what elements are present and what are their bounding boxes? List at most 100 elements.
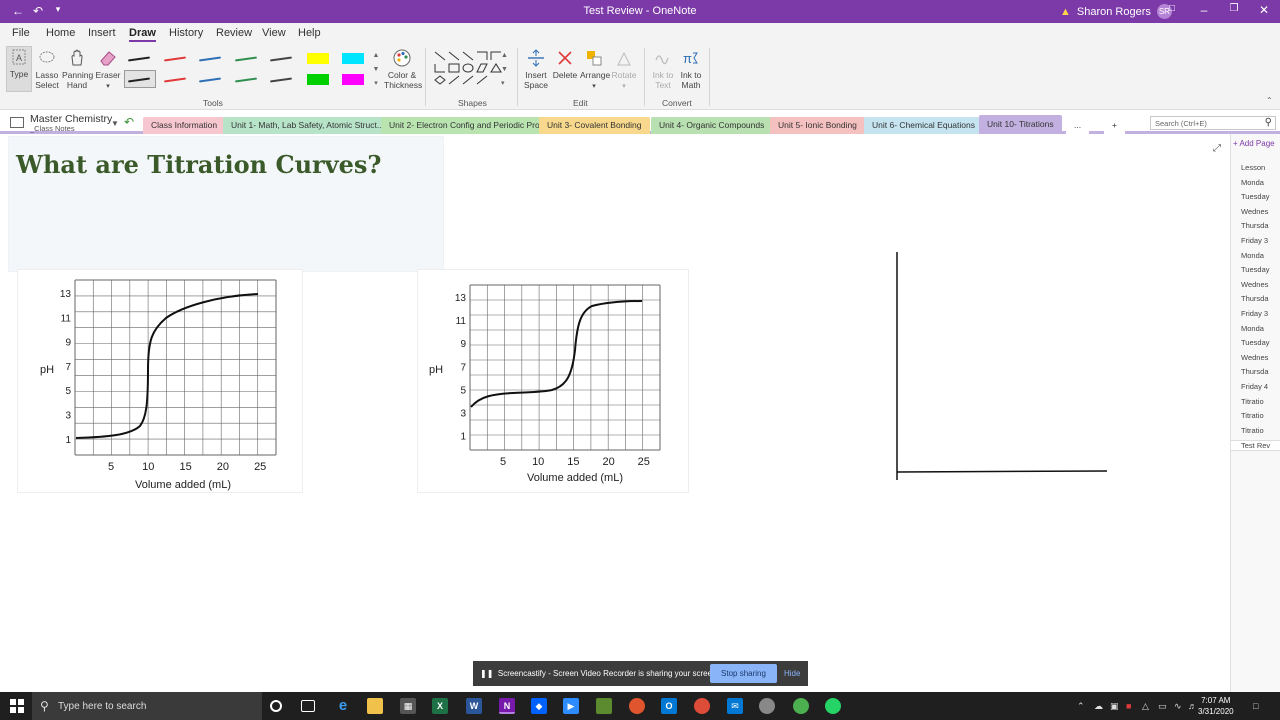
shapes-scroll[interactable]: ▲ ▼ ▾ — [501, 49, 508, 91]
section-tab[interactable]: Unit 2- Electron Config and Periodic Pro… — [381, 117, 555, 134]
network-adapter-icon[interactable]: △ — [1142, 701, 1149, 712]
zoom-icon[interactable]: ▶ — [563, 698, 579, 714]
titration-curve-image-1[interactable]: 13 11 9 7 5 3 1 5 10 15 20 25 pH Volume added (mL) — [17, 269, 303, 493]
tab-draw[interactable]: Draw — [129, 27, 156, 42]
app-icon-2[interactable] — [759, 698, 775, 714]
search-icon[interactable]: ⚲ — [1265, 117, 1272, 128]
section-tab[interactable]: Unit 3- Covalent Bonding — [539, 117, 650, 134]
pen-swatch[interactable] — [160, 70, 192, 88]
app-icon[interactable] — [596, 698, 612, 714]
task-view-icon[interactable] — [301, 700, 315, 712]
insert-space-button[interactable]: Insert Space — [522, 48, 550, 90]
page-list-item[interactable]: Thursda — [1241, 367, 1279, 376]
delete-button[interactable]: Delete — [552, 48, 578, 80]
page-list-item[interactable]: Wednes — [1241, 353, 1279, 362]
eraser-button[interactable]: Eraser ▾ — [95, 48, 121, 92]
user-account[interactable]: ▲ Sharon Rogers SR — [1060, 4, 1172, 19]
outlook-icon[interactable]: O — [661, 698, 677, 714]
display-icon[interactable]: ▭ — [1158, 701, 1167, 712]
ink-to-text-button[interactable]: Ink to Text — [649, 48, 677, 90]
mail-icon[interactable]: ✉ — [727, 698, 743, 714]
pen-swatch[interactable] — [337, 70, 369, 88]
ink-to-math-button[interactable]: π Ink to Math — [678, 48, 704, 90]
close-button[interactable]: ✕ — [1254, 3, 1274, 17]
pen-swatch[interactable] — [302, 49, 334, 67]
page-list-item[interactable]: Friday 3 — [1241, 236, 1279, 245]
tab-history[interactable]: History — [169, 27, 203, 39]
pen-swatch[interactable] — [231, 70, 263, 88]
page-list-item[interactable]: Tuesday — [1241, 192, 1279, 201]
file-explorer-icon[interactable] — [367, 698, 383, 714]
windows-start-icon[interactable] — [10, 699, 24, 713]
page-list-item[interactable]: Tuesday — [1241, 265, 1279, 274]
excel-icon[interactable]: X — [432, 698, 448, 714]
page-list-item[interactable]: Thursda — [1241, 221, 1279, 230]
section-tab[interactable]: Unit 1- Math, Lab Safety, Atomic Struct.… — [223, 117, 392, 134]
notifications-icon[interactable]: □ — [1253, 701, 1258, 711]
tab-view[interactable]: View — [262, 27, 286, 39]
page-list-item[interactable]: Monda — [1241, 178, 1279, 187]
collapse-ribbon-icon[interactable]: ⌃ — [1266, 96, 1273, 105]
wifi-icon[interactable]: ∿ — [1174, 701, 1182, 712]
page-list-item[interactable]: Monda — [1241, 251, 1279, 260]
pen-swatch[interactable] — [266, 49, 298, 67]
page-list-item[interactable]: Titratio — [1241, 426, 1279, 435]
shapes-gallery[interactable] — [431, 48, 509, 92]
page-list-item[interactable]: Wednes — [1241, 207, 1279, 216]
lasso-select-button[interactable]: Lasso Select — [34, 48, 60, 90]
search-input[interactable]: Search (Ctrl+E) ⚲ — [1150, 116, 1276, 130]
pen-swatch[interactable] — [160, 49, 192, 67]
tab-home[interactable]: Home — [46, 27, 75, 39]
word-icon[interactable]: W — [466, 698, 482, 714]
chrome-profile-icon[interactable] — [694, 698, 710, 714]
ribbon-display-icon[interactable]: □ — [1162, 3, 1182, 14]
page-title[interactable]: What are Titration Curves? — [16, 150, 381, 179]
pen-swatch[interactable] — [195, 70, 227, 88]
page-list-item[interactable]: Thursda — [1241, 294, 1279, 303]
onedrive-icon[interactable]: ☁ — [1094, 701, 1103, 712]
whatsapp-icon[interactable] — [825, 698, 841, 714]
tray-chevron-icon[interactable]: ⌃ — [1077, 701, 1085, 712]
edge-icon[interactable]: e — [335, 698, 351, 714]
page-list-item[interactable]: Test Rev — [1231, 440, 1280, 452]
page-list-item[interactable]: Titratio — [1241, 397, 1279, 406]
page-list-item[interactable]: Friday 4 — [1241, 382, 1279, 391]
volume-icon[interactable]: ♬ — [1188, 701, 1197, 711]
rotate-button[interactable]: Rotate ▾ — [610, 48, 638, 92]
section-tab[interactable]: Unit 4- Organic Compounds — [651, 117, 773, 134]
section-tab[interactable]: Unit 6- Chemical Equations — [864, 117, 983, 134]
onenote-icon[interactable]: N — [499, 698, 515, 714]
pen-swatch[interactable] — [302, 70, 334, 88]
expand-icon[interactable]: ⤢ — [1213, 143, 1221, 154]
tab-help[interactable]: Help — [298, 27, 321, 39]
taskbar-search-input[interactable]: ⚲ Type here to search — [32, 692, 262, 720]
pen-swatch[interactable] — [337, 49, 369, 67]
tray-app-icon[interactable]: ▣ — [1110, 701, 1119, 712]
pen-swatch[interactable] — [231, 49, 263, 67]
clock[interactable]: 7:07 AM 3/31/2020 — [1198, 695, 1234, 717]
eraser-dropdown-icon[interactable]: ▾ — [106, 83, 110, 90]
tab-review[interactable]: Review — [216, 27, 252, 39]
page-list-item[interactable]: Lesson — [1241, 163, 1279, 172]
page-list-item[interactable]: Monda — [1241, 324, 1279, 333]
panning-hand-button[interactable]: Panning Hand — [62, 48, 93, 90]
titration-curve-image-2[interactable]: 13 11 9 7 5 3 1 5 10 15 20 25 pH Volume added (mL) — [417, 269, 689, 493]
calculator-icon[interactable]: ▦ — [400, 698, 416, 714]
type-button[interactable]: A Type — [6, 46, 32, 92]
arrange-button[interactable]: Arrange ▾ — [580, 48, 610, 92]
tab-insert[interactable]: Insert — [88, 27, 116, 39]
add-page-button[interactable]: + Add Page — [1233, 139, 1275, 148]
pen-swatch[interactable] — [124, 70, 156, 88]
add-section-button[interactable]: + — [1104, 117, 1125, 134]
pen-swatch[interactable] — [124, 49, 156, 67]
page-list-item[interactable]: Tuesday — [1241, 338, 1279, 347]
section-tab[interactable]: Unit 5- Ionic Bonding — [770, 117, 865, 134]
stop-sharing-button[interactable]: Stop sharing — [710, 664, 777, 683]
maximize-button[interactable]: ❐ — [1224, 3, 1244, 14]
back-arrow-icon[interactable]: ↶ — [124, 115, 134, 129]
firefox-icon[interactable] — [629, 698, 645, 714]
adobe-icon[interactable]: ■ — [1126, 701, 1131, 711]
page-canvas[interactable]: What are Titration Curves? ⤢ 13 11 9 7 5 3 1 5 1… — [0, 134, 1230, 692]
page-list-item[interactable]: Titratio — [1241, 411, 1279, 420]
page-list-item[interactable]: Wednes — [1241, 280, 1279, 289]
